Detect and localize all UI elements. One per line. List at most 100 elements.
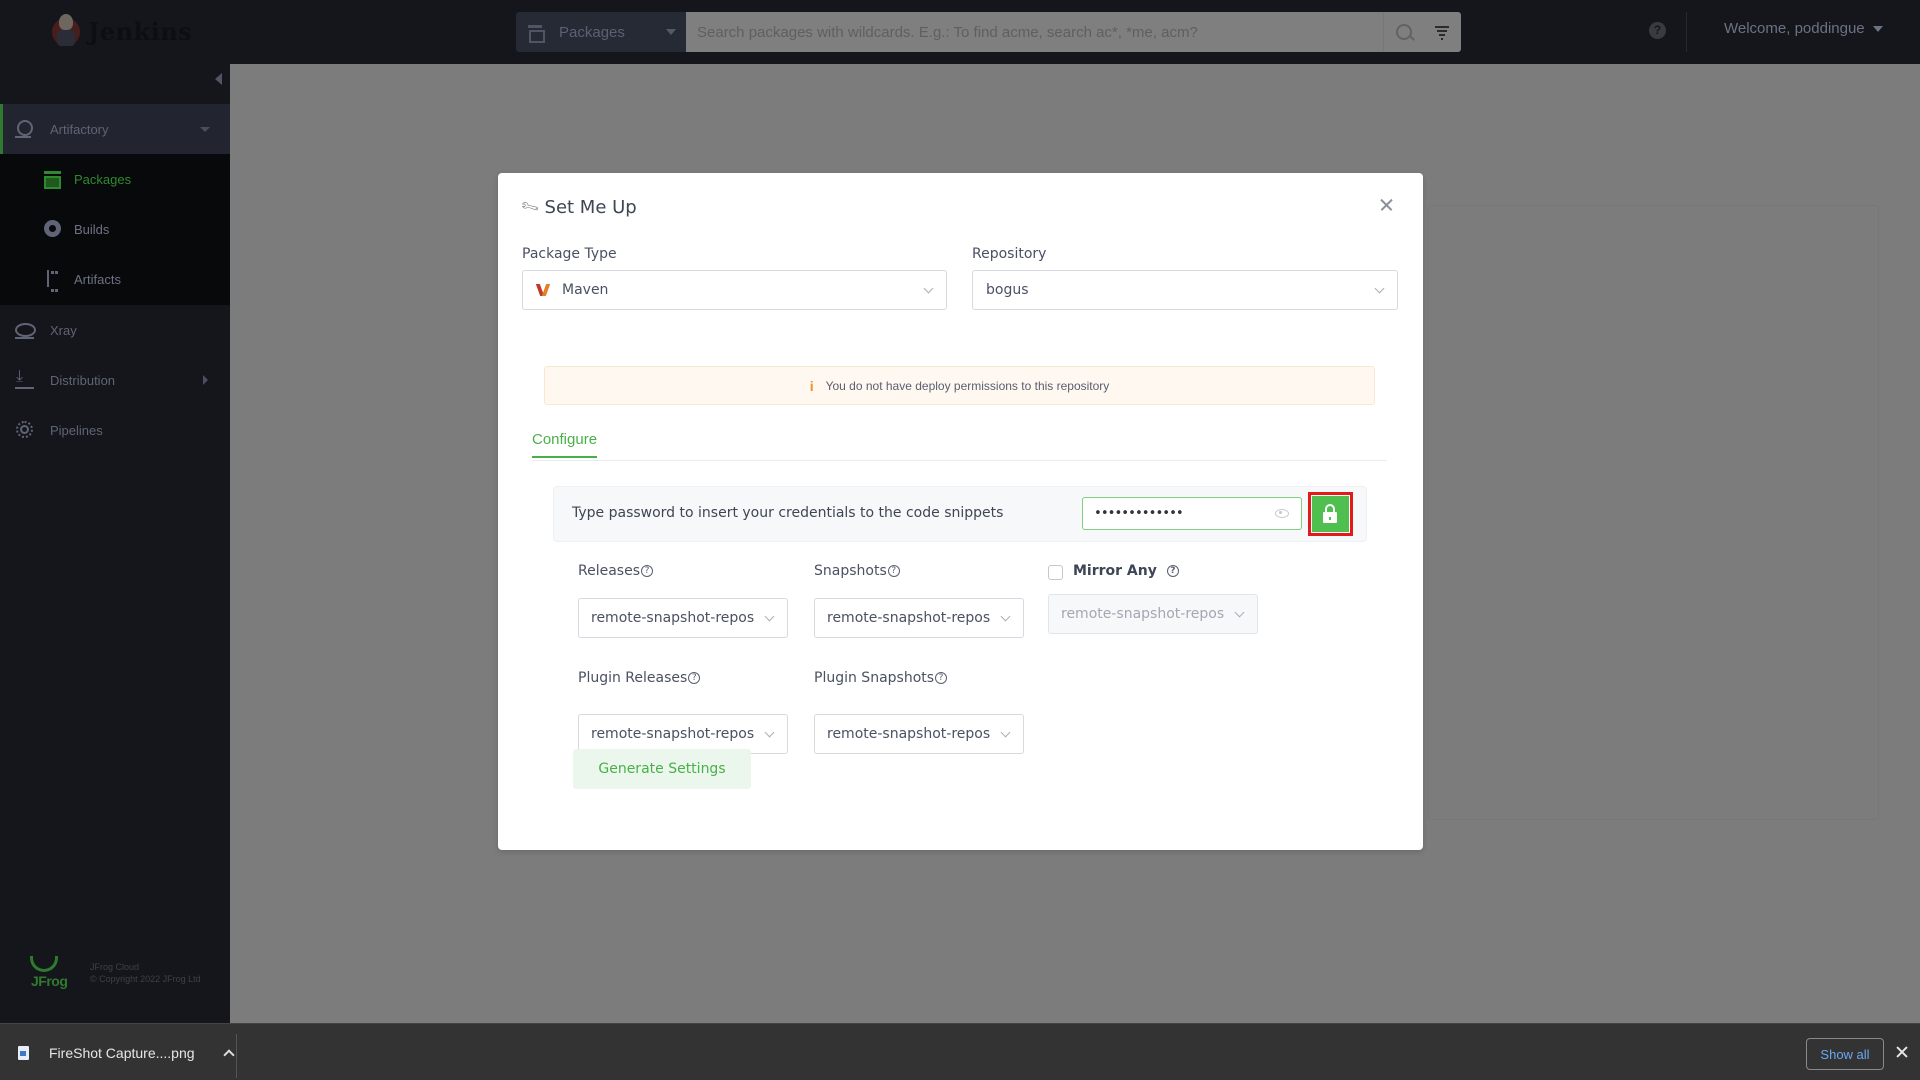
mirror-any-select: remote-snapshot-repos [1048,594,1258,634]
sidebar-item-label: Distribution [50,372,116,388]
search-type-dropdown[interactable]: Packages [516,12,686,52]
package-type-label: Package Type [522,246,617,262]
repository-select[interactable]: bogus [972,270,1398,310]
distribution-icon [14,368,34,390]
packages-icon [44,170,62,189]
sidebar-item-label: Xray [50,322,77,338]
releases-value: remote-snapshot-repos [591,610,755,626]
packages-icon [528,25,545,43]
credentials-bar: Type password to insert your credentials… [553,486,1367,542]
help-circle-icon[interactable]: ? [641,565,653,577]
chevron-down-icon [1374,283,1385,293]
download-file-name: FireShot Capture....png [49,1044,195,1061]
releases-select[interactable]: remote-snapshot-repos [578,598,788,638]
welcome-text: Welcome, poddingue [1724,20,1865,37]
search-icon[interactable] [1383,12,1423,52]
password-input[interactable] [1083,506,1275,521]
sidebar-item-builds[interactable]: Builds [0,204,230,254]
footer-product: JFrog Cloud [90,962,140,972]
search-bar [686,12,1461,52]
caret-right-icon [203,375,208,385]
search-input[interactable] [686,12,1383,52]
artifactory-icon [14,119,34,139]
show-all-button[interactable]: Show all [1806,1038,1884,1070]
chevron-down-icon [923,283,934,293]
help-icon[interactable]: ? [1649,22,1666,39]
divider [1686,12,1687,52]
warning-text: You do not have deploy permissions to th… [825,378,1110,393]
download-bar: FireShot Capture....png Show all [0,1023,1920,1080]
maven-icon [538,284,550,297]
generate-settings-button[interactable]: Generate Settings [573,749,751,789]
footer-copyright: © Copyright 2022 JFrog Ltd [90,974,201,984]
modal-title-text: Set Me Up [544,197,637,218]
divider [236,1034,237,1078]
sidebar-item-artifactory[interactable]: Artifactory [0,104,230,154]
sidebar-item-packages[interactable]: Packages [0,154,230,204]
help-circle-icon[interactable]: ? [935,672,948,684]
sidebar-item-label: Artifacts [74,271,121,287]
caret-down-icon [1872,25,1883,32]
wrench-icon: 🔧︎ [519,196,542,219]
builds-icon [44,220,62,238]
chevron-up-icon[interactable] [222,1048,235,1061]
help-circle-icon[interactable]: ? [887,565,900,577]
sidebar-item-distribution[interactable]: Distribution [0,355,230,405]
jfrog-logo: JFrog [26,954,68,994]
jenkins-logo[interactable]: Jenkins [52,12,192,50]
plugin-snapshots-select[interactable]: remote-snapshot-repos [814,714,1024,754]
user-menu[interactable]: Welcome, poddingue [1724,20,1883,37]
releases-label: Releases ? [578,563,653,579]
filter-icon[interactable] [1423,12,1461,52]
sidebar-item-artifacts[interactable]: Artifacts [0,254,230,304]
file-icon [18,1045,29,1060]
chevron-down-icon [1234,607,1245,617]
eye-icon[interactable] [1275,509,1289,518]
mirror-any-label: Mirror Any ? [1073,563,1179,579]
mirror-any-value: remote-snapshot-repos [1061,606,1225,622]
password-field[interactable] [1082,497,1302,530]
top-bar: Jenkins Packages ? Welcome, poddingue [0,0,1920,64]
repository-value: bogus [986,282,1029,298]
tab-configure[interactable]: Configure [532,431,598,458]
chevron-down-icon [1000,727,1011,737]
sidebar-item-xray[interactable]: Xray [0,305,230,355]
jenkins-mascot-icon [52,12,82,50]
chevron-down-icon [764,611,775,621]
plugin-releases-select[interactable]: remote-snapshot-repos [578,714,788,754]
package-type-select[interactable]: Maven [522,270,947,310]
snapshots-value: remote-snapshot-repos [827,610,991,626]
lock-icon [1323,504,1337,524]
insert-credentials-button[interactable] [1312,496,1349,532]
credentials-text: Type password to insert your credentials… [572,505,1004,521]
plugin-releases-label: Plugin Releases ? [578,670,701,686]
xray-icon [14,320,36,340]
search-type-label: Packages [559,23,625,41]
sidebar: Artifactory Packages Builds Artifacts Xr… [0,64,230,1023]
close-icon[interactable] [1378,196,1396,214]
highlight-box [1308,492,1353,536]
help-circle-icon[interactable]: ? [1166,565,1179,577]
caret-down-icon [666,29,676,35]
caret-down-icon [200,126,210,132]
download-item[interactable]: FireShot Capture....png [18,1024,235,1080]
help-circle-icon[interactable]: ? [688,672,701,684]
mirror-any-checkbox[interactable] [1048,565,1063,580]
snapshots-label: Snapshots ? [814,563,900,579]
repository-label: Repository [972,246,1047,262]
info-icon: i [809,377,814,394]
permission-warning: i You do not have deploy permissions to … [544,366,1375,405]
sidebar-item-pipelines[interactable]: Pipelines [0,405,230,455]
sidebar-item-label: Pipelines [50,422,103,438]
package-type-value: Maven [562,282,609,298]
modal-title: 🔧︎ Set Me Up [519,196,637,219]
close-icon[interactable] [1894,1044,1910,1060]
background-panel [1428,205,1879,820]
artifacts-icon [44,270,62,292]
snapshots-select[interactable]: remote-snapshot-repos [814,598,1024,638]
pipelines-icon [14,420,34,440]
set-me-up-modal: 🔧︎ Set Me Up Package Type Maven Reposito… [498,173,1423,850]
collapse-sidebar-icon[interactable] [215,73,222,85]
chevron-down-icon [764,727,775,737]
brand-name: Jenkins [88,16,193,46]
